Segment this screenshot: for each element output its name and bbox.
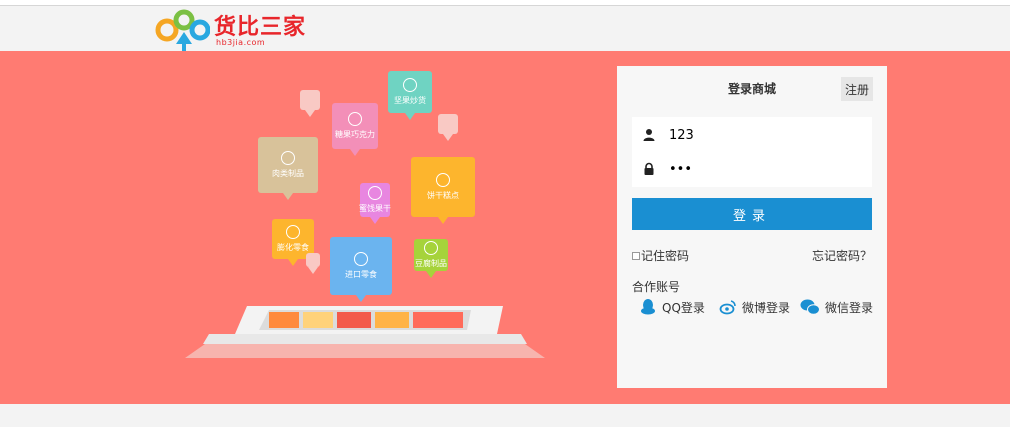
username-field[interactable] <box>632 117 872 153</box>
forgot-password-link[interactable]: 忘记密码？ <box>812 247 872 264</box>
remember-label: 记住密码 <box>641 249 690 263</box>
user-icon <box>643 129 655 141</box>
username-input[interactable] <box>669 121 864 149</box>
bubble-biscuit: 饼干糕点 <box>411 157 475 224</box>
bubble-candy: 糖果巧克力 <box>332 103 378 156</box>
partner-accounts-title: 合作账号 <box>632 280 681 294</box>
lock-icon <box>644 162 654 175</box>
weibo-login-label: 微博登录 <box>742 300 791 315</box>
bubble-dried-fruit: 蜜饯果干 <box>359 183 391 224</box>
dried-fruit-icon <box>368 186 382 200</box>
candy-icon <box>348 112 362 126</box>
login-button[interactable]: 登录 <box>632 198 872 230</box>
qq-icon <box>641 299 655 315</box>
bubble-nuts: 坚果炒货 <box>388 71 432 120</box>
bubble-tofu: 豆腐制品 <box>414 239 448 278</box>
login-panel: 登录商城 注册 登录 记住密码 忘记密码？ 合作账号 QQ登录 <box>617 66 887 388</box>
bubble-blank-3 <box>306 253 320 274</box>
bubble-blank-2 <box>438 114 458 141</box>
qq-login-link[interactable]: QQ登录 <box>639 298 705 316</box>
wechat-login-label: 微信登录 <box>825 300 874 315</box>
logo-mark-icon <box>155 9 210 51</box>
weibo-login-link[interactable]: 微博登录 <box>719 298 790 316</box>
remember-password[interactable]: 记住密码 <box>632 247 689 264</box>
site-header: 货比三家 hb3jia.com <box>0 6 1010 51</box>
imported-icon <box>354 252 368 266</box>
biscuit-icon <box>436 173 450 187</box>
logo-name: 货比三家 <box>214 15 307 40</box>
wechat-login-link[interactable]: 微信登录 <box>800 298 873 316</box>
password-field[interactable] <box>632 151 872 187</box>
logo-url: hb3jia.com <box>216 38 266 47</box>
bubble-imported: 进口零食 <box>330 237 392 302</box>
tablet-illustration <box>185 306 545 358</box>
weibo-icon <box>719 300 736 315</box>
bubble-meat: 肉类制品 <box>258 137 318 200</box>
bubble-blank-1 <box>300 90 320 117</box>
site-logo[interactable]: 货比三家 hb3jia.com <box>154 8 324 52</box>
nuts-icon <box>403 78 417 92</box>
qq-login-label: QQ登录 <box>662 300 705 315</box>
remember-checkbox[interactable] <box>632 251 640 260</box>
meat-icon <box>281 151 295 165</box>
tofu-icon <box>424 241 438 255</box>
wechat-icon <box>800 299 820 315</box>
puffed-icon <box>286 225 300 239</box>
password-input[interactable] <box>669 155 864 183</box>
register-button[interactable]: 注册 <box>841 77 873 101</box>
